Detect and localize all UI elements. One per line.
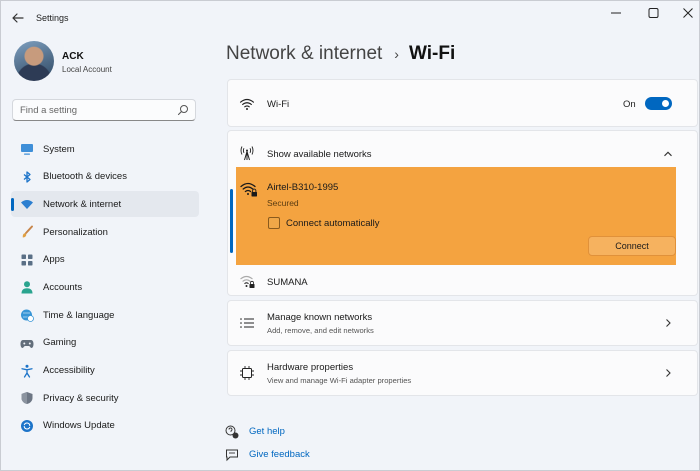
network-ssid: SUMANA [267,277,308,288]
connect-automatically-label[interactable]: Connect automatically [286,218,379,229]
person-icon [21,281,33,294]
brush-icon [22,225,33,238]
give-feedback-text[interactable]: Give feedback [249,449,310,460]
avatar[interactable] [14,41,54,81]
sidebar-item-label: Accessibility [43,365,95,376]
sidebar-item-personalization[interactable]: Personalization [11,219,199,245]
connect-automatically-checkbox[interactable] [268,217,280,229]
network-item[interactable]: SUMANA [228,267,697,295]
sidebar-item-label: Gaming [43,337,77,349]
apps-icon [21,254,33,266]
available-networks-card: Show available networks Airtel-B310-1995… [227,130,698,296]
help-icon [225,425,239,438]
breadcrumb-parent[interactable]: Network & internet [226,43,382,65]
gamepad-icon [20,339,34,348]
search-input[interactable] [13,100,173,120]
feedback-icon [226,449,238,461]
sidebar-item-label: Apps [43,254,65,266]
maximize-icon[interactable] [640,5,666,21]
accessibility-icon [21,364,33,378]
sidebar-item-windows-update[interactable]: Windows Update [11,413,199,439]
chevron-right-icon[interactable] [663,368,673,378]
close-icon[interactable] [675,5,700,21]
sidebar-item-label: Personalization [43,226,108,238]
globe-clock-icon [21,309,34,323]
antenna-icon [240,146,254,161]
wifi-title: Wi-Fi [267,99,290,110]
user-name: ACK [62,51,84,62]
sidebar-item-label: Windows Update [43,420,115,432]
hardware-properties-card[interactable]: Hardware properties View and manage Wi-F… [227,350,698,396]
sidebar-nav: System Bluetooth & devices Network & int… [11,136,199,441]
chip-icon [240,366,254,380]
known-networks-subtitle: Add, remove, and edit networks [267,326,374,335]
title-bar: Settings [1,1,699,35]
sidebar-item-label: Network & internet [43,198,122,210]
known-networks-title: Manage known networks [267,312,373,323]
give-feedback-link[interactable]: Give feedback [225,443,310,466]
sidebar-item-label: Time & language [43,309,115,321]
hardware-title: Hardware properties [267,362,354,373]
page-title: Wi-Fi [408,43,456,64]
sidebar-item-time-language[interactable]: Time & language [11,302,199,328]
hardware-subtitle: View and manage Wi-Fi adapter properties [267,376,412,385]
chevron-up-icon[interactable] [663,149,673,159]
toggle-state-label: On [623,99,636,110]
selection-accent-bar [230,189,233,253]
chevron-right-icon[interactable] [663,318,673,328]
sidebar-item-apps[interactable]: Apps [11,247,199,273]
network-status: Secured [267,198,299,208]
sidebar-item-label: System [43,143,75,155]
shield-icon [21,392,33,405]
help-links: Get help Give feedback [225,420,310,466]
sidebar-item-privacy[interactable]: Privacy & security [11,385,199,411]
back-arrow-icon[interactable] [10,10,26,26]
sidebar-item-bluetooth[interactable]: Bluetooth & devices [11,164,199,190]
minimize-icon[interactable] [603,5,629,21]
sidebar-item-accessibility[interactable]: Accessibility [11,358,199,384]
wifi-icon [21,200,33,210]
sidebar-item-label: Accounts [43,281,83,293]
wifi-secured-icon [240,275,255,288]
show-networks-title[interactable]: Show available networks [267,149,372,160]
search-box[interactable] [12,99,196,121]
sidebar-item-accounts[interactable]: Accounts [11,274,199,300]
get-help-link[interactable]: Get help [225,420,310,443]
wifi-secured-icon [240,182,257,197]
breadcrumb: Network & internet › Wi-Fi [226,39,455,69]
manage-known-networks-card[interactable]: Manage known networks Add, remove, and e… [227,300,698,346]
user-profile[interactable]: ACK Local Account [14,41,204,85]
list-icon [240,318,254,328]
sidebar-item-label: Bluetooth & devices [43,171,127,183]
monitor-icon [21,144,33,155]
sidebar-item-network[interactable]: Network & internet [11,191,199,218]
sidebar-item-gaming[interactable]: Gaming [11,330,199,356]
sidebar-item-label: Privacy & security [43,392,119,404]
wifi-toggle[interactable] [645,97,672,110]
app-title: Settings [36,13,69,23]
network-item-selected[interactable]: Airtel-B310-1995 Secured Connect automat… [236,167,676,265]
wifi-icon [239,98,255,110]
update-icon [21,419,33,432]
bluetooth-icon [23,171,31,183]
sidebar-item-system[interactable]: System [11,136,199,162]
connect-button[interactable]: Connect [588,236,676,256]
get-help-text[interactable]: Get help [249,426,285,437]
search-icon[interactable] [177,104,189,116]
wifi-toggle-card: Wi-Fi On [227,79,698,127]
account-type: Local Account [62,65,112,74]
network-ssid: Airtel-B310-1995 [267,182,339,193]
breadcrumb-separator: › [394,46,399,62]
settings-window: Settings ACK Local Account System [0,0,700,471]
